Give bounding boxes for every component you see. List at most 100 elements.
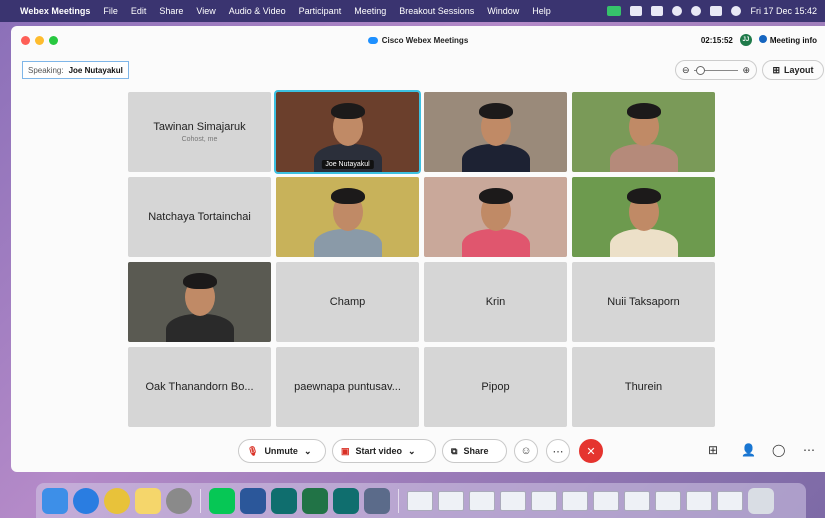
participant-name: Natchaya Tortainchai — [148, 211, 251, 223]
unmute-button[interactable]: 🎙 Unmute ⌄ — [238, 439, 326, 463]
meeting-controls: 🎙 Unmute ⌄ ▣ Start video ⌄ ⧉ Share ☺ ⋯ ✕… — [11, 439, 825, 465]
overflow-icon[interactable]: ⋯ — [803, 443, 815, 457]
participant-tile[interactable]: Krin — [424, 262, 567, 342]
participant-tile[interactable]: Tawinan Simajaruk Cohost, me — [128, 92, 271, 172]
participant-tile[interactable]: Champ — [276, 262, 419, 342]
minimized-window-thumbnail[interactable] — [717, 490, 743, 511]
menu-breakout-sessions[interactable]: Breakout Sessions — [399, 6, 474, 16]
menu-window[interactable]: Window — [487, 6, 519, 16]
chat-icon[interactable]: ◯ — [772, 443, 785, 457]
leave-meeting-button[interactable]: ✕ — [579, 439, 603, 463]
layout-button[interactable]: ⊞ Layout — [762, 60, 824, 80]
minimized-window-thumbnail[interactable] — [655, 490, 681, 511]
keyboard-icon[interactable] — [651, 6, 664, 16]
webex-meetings-icon[interactable] — [333, 487, 359, 514]
menu-participant[interactable]: Participant — [299, 6, 342, 16]
video-tile[interactable] — [424, 177, 567, 257]
line-icon[interactable] — [209, 487, 235, 514]
share-screen-icon: ⧉ — [451, 445, 458, 456]
chevron-down-icon[interactable]: ⌄ — [408, 446, 416, 457]
speaking-name: Joe Nutayakul — [68, 65, 123, 75]
minimized-window-thumbnail[interactable] — [593, 490, 619, 511]
participant-hair — [479, 103, 513, 119]
menu-help[interactable]: Help — [532, 6, 551, 16]
participant-body — [610, 229, 678, 257]
participant-tile[interactable]: Thurein — [572, 347, 715, 427]
avatar[interactable]: JJ — [739, 34, 752, 46]
share-button[interactable]: ⧉ Share — [442, 439, 507, 463]
title-bar: Cisco Webex Meetings 02:15:52 JJ Meeting… — [11, 26, 825, 54]
video-tile[interactable] — [276, 177, 419, 257]
minimize-window-button[interactable] — [35, 35, 44, 45]
preview-icon[interactable] — [364, 487, 390, 514]
speaking-label: Speaking: — [28, 65, 64, 75]
title-right-group: 02:15:52 JJ Meeting info — [701, 26, 817, 54]
zoom-knob[interactable] — [695, 65, 705, 75]
participant-tile[interactable]: Nuii Taksaporn — [572, 262, 715, 342]
dock-separator — [200, 488, 201, 513]
video-tile[interactable] — [424, 92, 567, 172]
minimized-window-thumbnail[interactable] — [562, 490, 588, 511]
menu-view[interactable]: View — [196, 6, 215, 16]
video-tile[interactable] — [572, 177, 715, 257]
reactions-button[interactable]: ☺ — [514, 439, 538, 463]
chrome-icon[interactable] — [104, 487, 130, 514]
wifi-icon[interactable] — [672, 6, 683, 16]
participant-tile[interactable]: paewnapa puntusav... — [276, 347, 419, 427]
siri-icon[interactable] — [731, 6, 742, 16]
minimized-window-thumbnail[interactable] — [624, 490, 650, 511]
minimized-window-thumbnail[interactable] — [407, 490, 433, 511]
participant-tile[interactable]: Pipop — [424, 347, 567, 427]
app-tray-icon[interactable] — [630, 6, 643, 16]
minimized-window-thumbnail[interactable] — [531, 490, 557, 511]
participant-name: Nuii Taksaporn — [607, 296, 680, 308]
start-video-button[interactable]: ▣ Start video ⌄ — [332, 439, 436, 463]
video-tile[interactable]: Joe Nutayakul — [274, 90, 421, 174]
menu-edit[interactable]: Edit — [131, 6, 147, 16]
menu-webex-meetings[interactable]: Webex Meetings — [20, 6, 90, 16]
safari-icon[interactable] — [73, 487, 99, 514]
close-window-button[interactable] — [21, 35, 30, 45]
share-label: Share — [463, 446, 489, 456]
video-tile[interactable] — [572, 92, 715, 172]
zoom-track[interactable] — [693, 65, 739, 75]
start-video-label: Start video — [355, 446, 403, 456]
word-icon[interactable] — [240, 487, 266, 514]
menu-file[interactable]: File — [103, 6, 118, 16]
webex-icon[interactable] — [271, 487, 297, 514]
zoom-slider[interactable]: ⊖ ⊕ — [675, 60, 757, 80]
system-preferences-icon[interactable] — [166, 487, 192, 514]
minimized-window-thumbnail[interactable] — [438, 490, 464, 511]
trash-icon[interactable] — [748, 487, 774, 514]
participant-body — [314, 229, 382, 257]
more-options-button[interactable]: ⋯ — [546, 439, 570, 463]
participant-name: Krin — [485, 296, 506, 308]
minimized-window-thumbnail[interactable] — [500, 490, 526, 511]
control-center-icon[interactable] — [710, 6, 723, 16]
participant-tile[interactable]: Oak Thanandorn Bo... — [128, 347, 271, 427]
active-speaker-indicator: Speaking: Joe Nutayakul — [22, 61, 129, 79]
notes-icon[interactable] — [135, 487, 161, 514]
apps-icon[interactable]: ⊞ — [708, 443, 718, 457]
fullscreen-window-button[interactable] — [49, 35, 58, 45]
video-tile[interactable] — [128, 262, 271, 342]
participant-body — [610, 144, 678, 172]
zoom-in-icon[interactable]: ⊕ — [742, 65, 750, 76]
chevron-down-icon[interactable]: ⌄ — [304, 446, 312, 457]
minimized-window-thumbnail[interactable] — [686, 490, 712, 511]
webex-logo-icon — [367, 36, 378, 44]
menu-meeting[interactable]: Meeting — [354, 6, 386, 16]
zoom-out-icon[interactable]: ⊖ — [682, 65, 690, 76]
search-icon[interactable] — [691, 6, 702, 16]
participants-icon[interactable]: 👤 — [741, 443, 756, 457]
webex-status-icon[interactable] — [607, 6, 622, 16]
menu-audio-video[interactable]: Audio & Video — [229, 6, 286, 16]
finder-icon[interactable] — [42, 487, 68, 514]
menu-share[interactable]: Share — [159, 6, 183, 16]
participant-tile[interactable]: Natchaya Tortainchai — [128, 177, 271, 257]
minimized-window-thumbnail[interactable] — [469, 490, 495, 511]
meeting-info-button[interactable]: Meeting info — [758, 35, 817, 45]
excel-icon[interactable] — [302, 487, 328, 514]
participant-body — [462, 229, 530, 257]
menubar-clock[interactable]: Fri 17 Dec 15:42 — [750, 6, 817, 16]
